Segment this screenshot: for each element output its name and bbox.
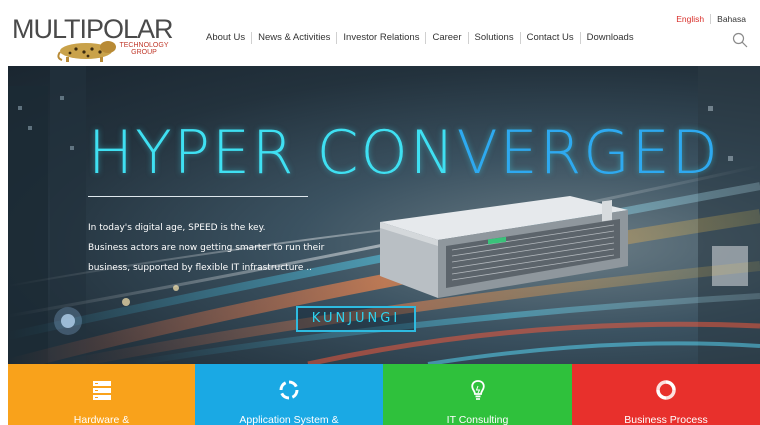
language-switcher: English Bahasa	[670, 14, 746, 24]
tile-business-process[interactable]: Business Process	[572, 364, 760, 425]
tile-hardware[interactable]: Hardware &	[8, 364, 195, 425]
logo-subtitle: TECHNOLOGY GROUP	[116, 42, 172, 56]
tile-it-consulting-label: IT Consulting	[446, 414, 509, 425]
service-tiles: Hardware & Application System & IT Consu…	[8, 364, 760, 425]
nav-career[interactable]: Career	[426, 32, 469, 44]
hero-text-line-1: In today's digital age, SPEED is the key…	[88, 223, 266, 233]
search-icon[interactable]	[732, 32, 748, 48]
hero-banner: HYPER CONVERGED In today's digital age, …	[8, 66, 760, 364]
nav-news-activities[interactable]: News & Activities	[252, 32, 338, 44]
tile-application-system[interactable]: Application System &	[195, 364, 383, 425]
main-nav: About Us News & Activities Investor Rela…	[200, 31, 640, 45]
nav-contact-us[interactable]: Contact Us	[521, 32, 581, 44]
lang-bahasa[interactable]: Bahasa	[711, 14, 746, 24]
hero-title: HYPER CONVERGED	[88, 118, 720, 188]
lightbulb-icon	[470, 380, 485, 400]
hero-divider	[88, 196, 308, 197]
hero-description: In today's digital age, SPEED is the key…	[88, 218, 388, 278]
nav-investor-relations[interactable]: Investor Relations	[337, 32, 427, 44]
nav-downloads[interactable]: Downloads	[581, 32, 640, 44]
hero-text-line-3: business, supported by flexible IT infra…	[88, 263, 313, 273]
tile-business-process-label: Business Process	[624, 414, 708, 425]
lang-english[interactable]: English	[670, 14, 712, 24]
hero-title-part1: HYPER CON	[88, 118, 457, 188]
server-product-image	[380, 196, 628, 298]
hero-title-part2: VERGED	[456, 118, 720, 188]
server-icon	[92, 381, 111, 400]
logo-sub-line1: TECHNOLOGY	[119, 42, 169, 49]
nav-about-us[interactable]: About Us	[200, 32, 253, 44]
kunjungi-button[interactable]: KUNJUNGI	[296, 306, 416, 332]
nav-solutions[interactable]: Solutions	[469, 32, 521, 44]
site-header: MULTIPOLAR TECHNOLOGY GROUP About Us New…	[8, 8, 760, 66]
tile-application-system-label: Application System &	[239, 414, 339, 425]
cycle-icon	[279, 380, 299, 400]
process-cycle-icon	[656, 380, 676, 400]
leopard-logo-icon	[57, 41, 116, 62]
logo-sub-line2: GROUP	[131, 49, 157, 56]
tile-hardware-label: Hardware &	[73, 414, 130, 425]
tile-it-consulting[interactable]: IT Consulting	[383, 364, 572, 425]
hero-text-line-2: Business actors are now getting smarter …	[88, 243, 325, 253]
multipolar-logo[interactable]: MULTIPOLAR TECHNOLOGY GROUP	[12, 12, 174, 64]
